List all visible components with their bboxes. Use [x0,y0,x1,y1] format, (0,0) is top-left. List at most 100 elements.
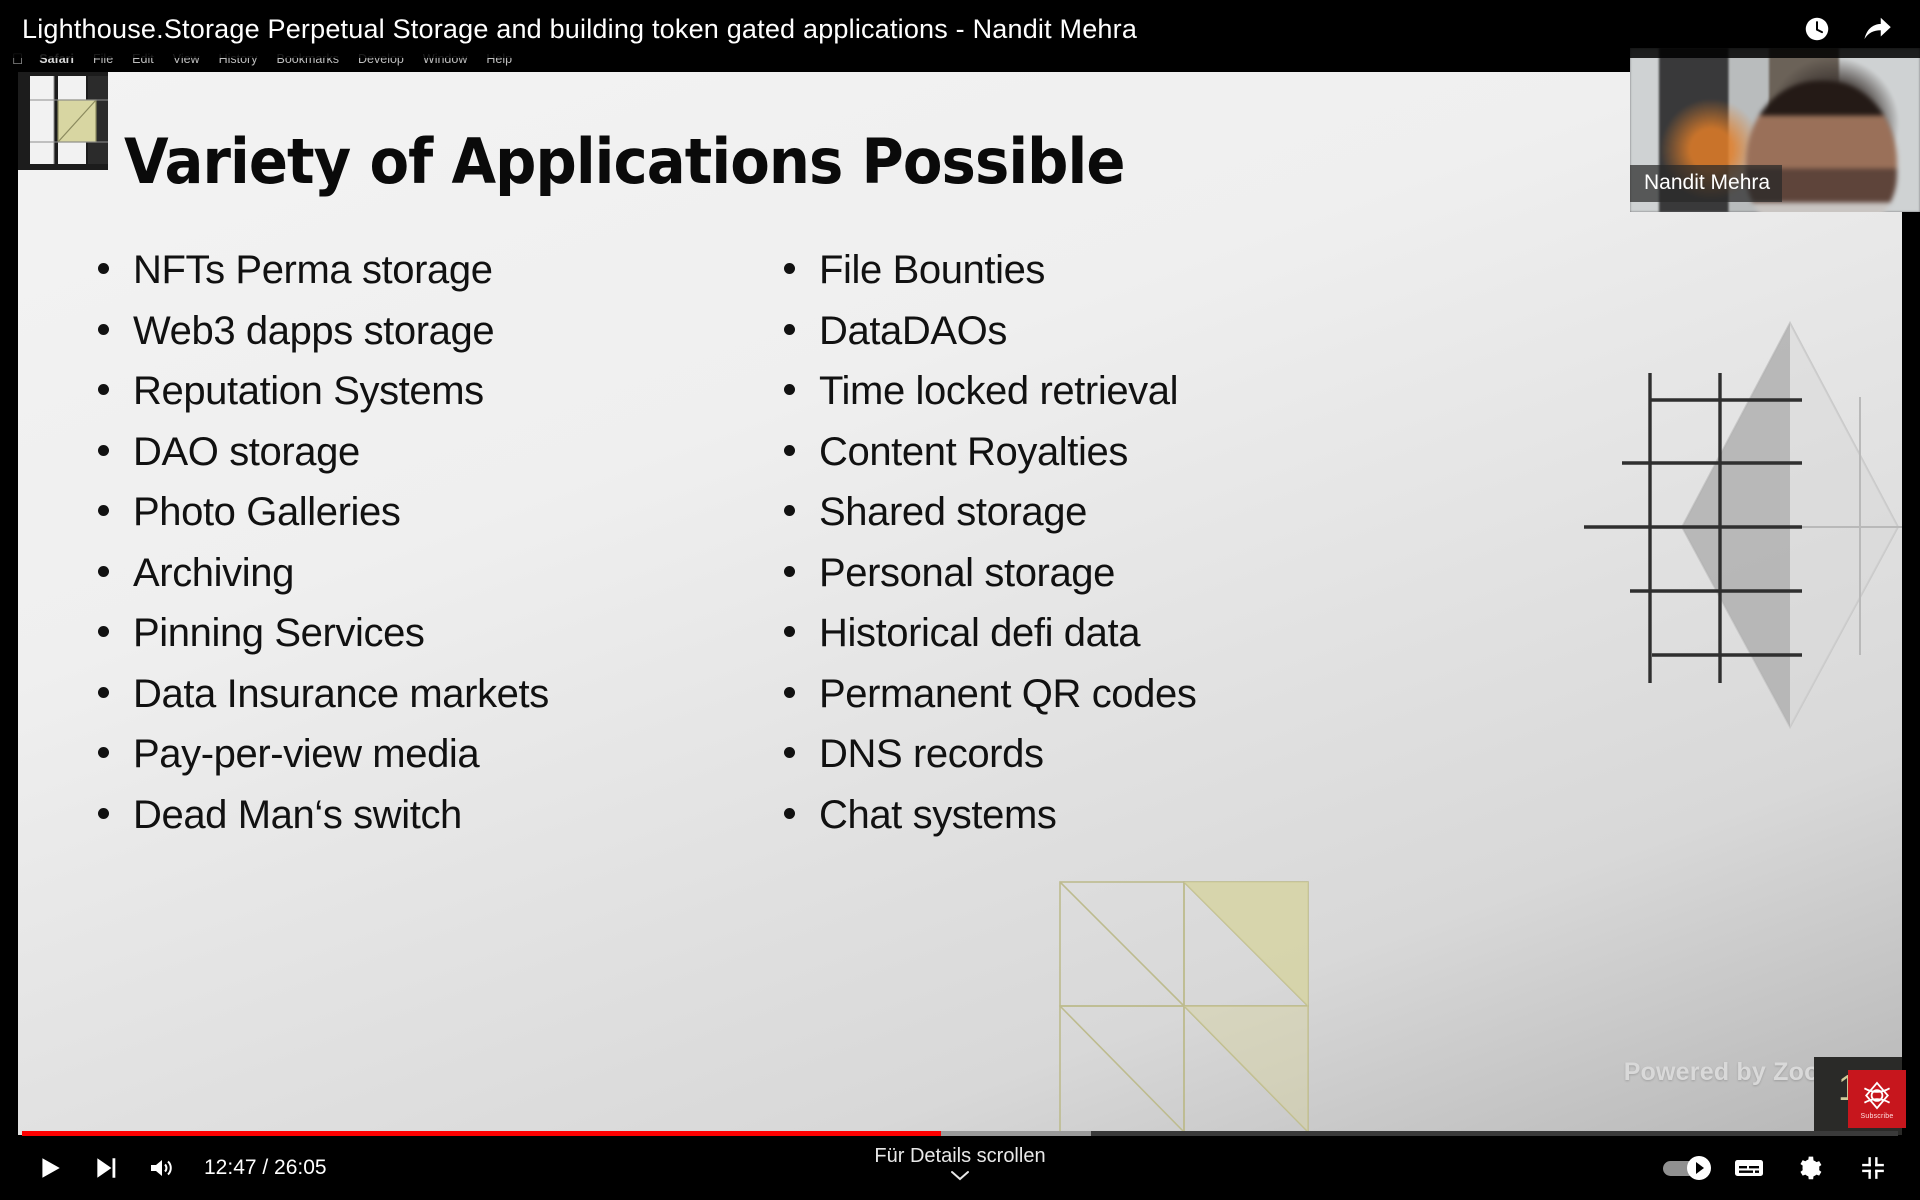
list-item: Pinning Services [98,611,738,672]
next-track-icon [97,1158,116,1178]
bullet-label: Web3 dapps storage [133,308,495,353]
list-item: NFTs Perma storage [98,248,738,309]
subscribe-label: Subscribe [1860,1112,1894,1120]
bullet-dot-icon [98,263,109,274]
exit-fullscreen-icon [1862,1157,1884,1179]
subtitles-cc-icon [1735,1160,1763,1176]
bullet-dot-icon [98,384,109,395]
player-left-controls: 12:47 / 26:05 [22,1147,327,1189]
share-arrow-icon[interactable] [1862,14,1892,44]
webcam-thumbnail[interactable]: Nandit Mehra [1630,48,1920,212]
list-item: Historical defi data [784,611,1424,672]
list-item: File Bounties [784,248,1424,309]
bullet-dot-icon [98,747,109,758]
bullet-label: DataDAOs [819,308,1007,353]
bullet-label: File Bounties [819,248,1046,292]
autoplay-button[interactable] [1662,1147,1712,1189]
scroll-hint-label: Für Details scrollen [874,1145,1046,1167]
list-item: DataDAOs [784,309,1424,370]
list-item: Permanent QR codes [784,672,1424,733]
list-item: Data Insurance markets [98,672,738,733]
volume-icon [151,1160,172,1176]
participant-name-label: Nandit Mehra [1630,165,1783,202]
list-item: Personal storage [784,551,1424,612]
subtitles-button[interactable] [1724,1147,1774,1189]
bullet-dot-icon [784,444,795,456]
play-icon [42,1158,60,1178]
autoplay-knob [1687,1156,1711,1180]
player-top-bar: Lighthouse.Storage Perpetual Storage and… [0,0,1920,58]
decorative-triangles-icon [1059,881,1309,1133]
bullet-label: Time locked retrieval [819,369,1179,413]
bullet-label: Shared storage [819,490,1087,534]
bullet-label: Archiving [133,550,294,595]
decorative-grid-motif-icon [18,70,108,170]
bullet-label: DNS records [819,732,1044,776]
chevron-down-icon[interactable] [950,1170,970,1182]
bullet-dot-icon [784,323,795,335]
subscribe-badge[interactable]: Subscribe [1848,1070,1906,1128]
bullet-label: Personal storage [819,550,1116,595]
player-control-bar: 12:47 / 26:05 Für Details scrollen [0,1131,1920,1200]
list-item: Pay-per-view media [98,732,738,793]
list-item: DAO storage [98,430,738,491]
list-item: Shared storage [784,490,1424,551]
bullet-label: Reputation Systems [133,369,484,413]
zoom-watermark: Powered by Zoom [1623,1058,1842,1086]
player-top-bar-actions [1802,14,1892,44]
bullet-label: NFTs Perma storage [133,248,493,292]
bullet-dot-icon [784,263,795,274]
bullet-column-left: NFTs Perma storage Web3 dapps storage Re… [98,248,738,853]
bullet-label: Pinning Services [133,611,425,655]
volume-button[interactable] [134,1147,190,1189]
bullet-dot-icon [784,505,795,516]
autoplay-toggle-icon [1663,1156,1711,1180]
exit-fullscreen-button[interactable] [1848,1147,1898,1189]
bullet-dot-icon [784,384,795,395]
bullet-dot-icon [784,686,795,698]
bullet-dot-icon [98,505,109,516]
bullet-label: Photo Galleries [133,490,401,534]
time-display: 12:47 / 26:05 [204,1156,327,1179]
video-title: Lighthouse.Storage Perpetual Storage and… [22,13,1138,44]
bullet-label: Dead Man‘s switch [133,792,462,837]
gear-icon [1800,1156,1822,1180]
bullet-dot-icon [98,444,109,456]
list-item: DNS records [784,732,1424,793]
bullet-label: Permanent QR codes [819,671,1197,716]
bullet-dot-icon [784,747,795,758]
list-item: Photo Galleries [98,490,738,551]
list-item: Time locked retrieval [784,369,1424,430]
presentation-slide: Variety of Applications Possible NFTs Pe… [18,70,1902,1135]
video-player-page: Variety of Applications Possible NFTs Pe… [0,0,1920,1200]
bullet-dot-icon [784,626,795,637]
bullet-column-right: File Bounties DataDAOs Time locked retri… [784,248,1424,853]
bullet-label: DAO storage [133,429,360,474]
list-item: Reputation Systems [98,369,738,430]
bullet-dot-icon [784,565,795,577]
slide-title: Variety of Applications Possible [124,125,1125,198]
bullet-dot-icon [98,807,109,819]
list-item: Web3 dapps storage [98,309,738,370]
list-item: Chat systems [784,793,1424,854]
bullet-dot-icon [98,323,109,335]
progress-bar[interactable] [22,1131,1898,1136]
list-item: Archiving [98,551,738,612]
lighthouse-logo-icon [1863,1081,1891,1109]
bullet-dot-icon [98,565,109,577]
play-button[interactable] [22,1147,78,1189]
clock-icon[interactable] [1802,14,1832,44]
list-item: Dead Man‘s switch [98,793,738,854]
next-video-button[interactable] [78,1147,134,1189]
bullet-label: Content Royalties [819,429,1128,474]
bullet-dot-icon [98,686,109,698]
bullet-label: Chat systems [819,792,1057,837]
bullet-dot-icon [784,807,795,819]
settings-button[interactable] [1786,1147,1836,1189]
bullet-label: Historical defi data [819,611,1141,655]
slide-bullet-columns: NFTs Perma storage Web3 dapps storage Re… [18,248,1902,853]
progress-played [22,1131,942,1136]
list-item: Content Royalties [784,430,1424,491]
bullet-label: Pay-per-view media [133,732,480,776]
bullet-dot-icon [98,626,109,637]
